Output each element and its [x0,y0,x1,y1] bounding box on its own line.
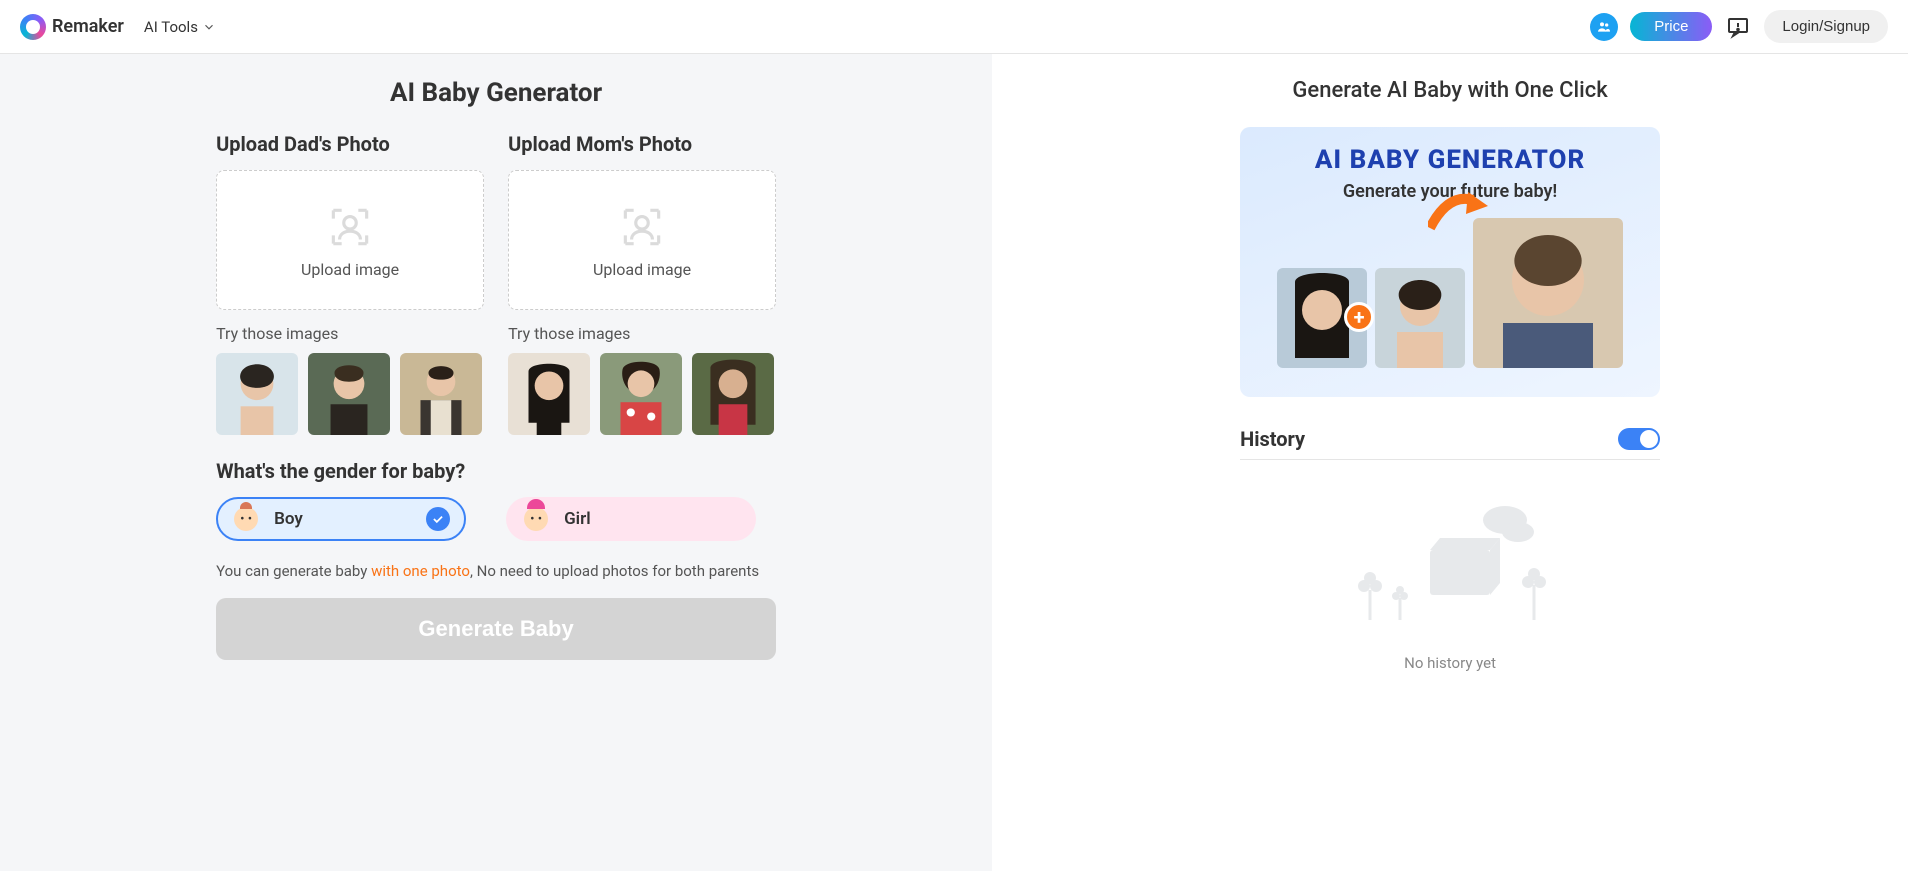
mom-sample-3[interactable] [692,353,774,435]
upload-mom-box[interactable]: Upload image [508,170,776,310]
mom-samples [508,353,776,435]
boy-face-icon: • • [234,507,258,531]
girl-label: Girl [564,509,591,529]
nav-ai-tools[interactable]: AI Tools [136,14,224,40]
girl-face-icon: • • [524,507,548,531]
try-dad-label: Try those images [216,324,484,343]
logo-icon [20,14,46,40]
upload-mom-label: Upload Mom's Photo [508,132,776,156]
community-button[interactable] [1588,11,1620,43]
header: Remaker AI Tools Price Login/Signup [0,0,1908,54]
hint-text: You can generate baby with one photo, No… [216,561,776,582]
login-button[interactable]: Login/Signup [1764,10,1888,43]
dad-samples [216,353,484,435]
right-panel: Generate AI Baby with One Click AI BABY … [992,54,1908,871]
dad-sample-2[interactable] [308,353,390,435]
upload-person-icon [617,202,667,252]
dad-sample-1[interactable] [216,353,298,435]
history-toggle[interactable] [1618,428,1660,450]
community-icon [1590,13,1618,41]
check-icon [426,507,450,531]
boy-label: Boy [274,509,303,529]
promo-baby-image [1473,218,1623,368]
header-right: Price Login/Signup [1588,10,1888,43]
empty-text: No history yet [1240,654,1660,672]
upload-dad-text: Upload image [301,260,399,279]
right-title: Generate AI Baby with One Click [1240,78,1660,103]
nav-ai-tools-label: AI Tools [144,18,198,36]
promo-dad-image [1375,268,1465,368]
empty-box-icon [1340,490,1560,630]
gender-row: • • Boy • • Girl [216,497,776,541]
history-header: History [1240,427,1660,460]
history-label: History [1240,427,1305,451]
price-button[interactable]: Price [1630,12,1712,41]
hint-highlight: with one photo [371,562,470,580]
logo[interactable]: Remaker [20,14,124,40]
brand-name: Remaker [52,16,124,37]
header-left: Remaker AI Tools [20,14,224,40]
promo-title: AI BABY GENERATOR [1258,145,1642,175]
mom-sample-2[interactable] [600,353,682,435]
upload-dad-column: Upload Dad's Photo Upload image Try thos… [216,132,484,435]
dad-sample-3[interactable] [400,353,482,435]
hint-prefix: You can generate baby [216,562,371,580]
arrow-icon [1428,188,1488,238]
main: AI Baby Generator Upload Dad's Photo Upl… [0,54,1908,871]
page-title: AI Baby Generator [216,78,776,108]
promo-card: AI BABY GENERATOR Generate your future b… [1240,127,1660,397]
upload-mom-text: Upload image [593,260,691,279]
upload-dad-label: Upload Dad's Photo [216,132,484,156]
feedback-icon [1726,15,1750,39]
empty-state: No history yet [1240,490,1660,672]
feedback-button[interactable] [1722,11,1754,43]
generate-button[interactable]: Generate Baby [216,598,776,660]
promo-images: + [1258,218,1642,368]
chevron-down-icon [202,20,216,34]
upload-row: Upload Dad's Photo Upload image Try thos… [216,132,776,435]
upload-person-icon [325,202,375,252]
left-panel: AI Baby Generator Upload Dad's Photo Upl… [0,54,992,871]
gender-boy-button[interactable]: • • Boy [216,497,466,541]
plus-icon: + [1344,302,1374,332]
upload-mom-column: Upload Mom's Photo Upload image Try thos… [508,132,776,435]
gender-girl-button[interactable]: • • Girl [506,497,756,541]
try-mom-label: Try those images [508,324,776,343]
mom-sample-1[interactable] [508,353,590,435]
hint-suffix: , No need to upload photos for both pare… [470,562,759,580]
gender-question: What's the gender for baby? [216,459,776,483]
upload-dad-box[interactable]: Upload image [216,170,484,310]
